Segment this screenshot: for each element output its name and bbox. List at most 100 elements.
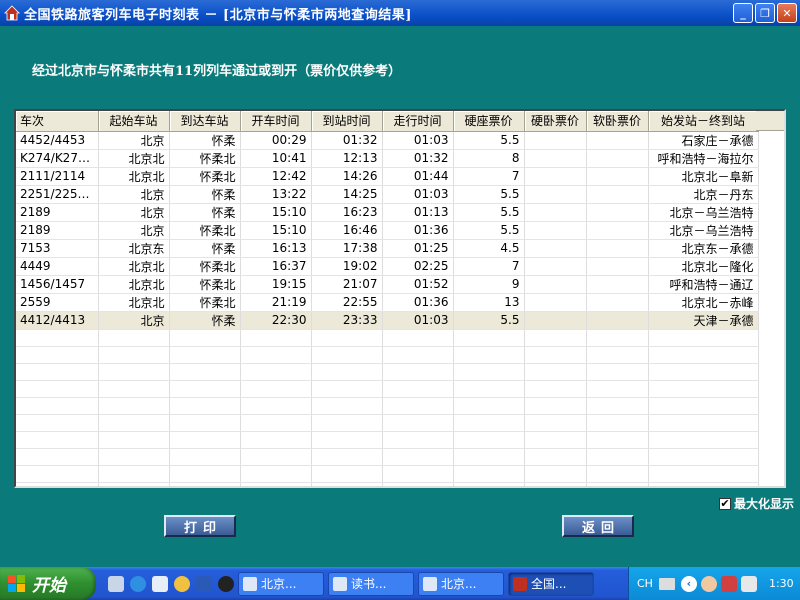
restore-button[interactable]: ❐ [755, 3, 775, 23]
tray-app-icon[interactable] [700, 575, 717, 592]
cell-hard-seat-price: 5.5 [453, 131, 525, 150]
col-header-hard-seat[interactable]: 硬座票价 [453, 111, 525, 132]
empty-cell [169, 397, 241, 415]
cell-hard-seat-price: 5.5 [453, 221, 525, 240]
empty-cell [98, 329, 170, 347]
cell-depart-time: 21:19 [240, 293, 312, 312]
empty-cell [240, 465, 312, 483]
task-button-3[interactable]: 北京... [418, 571, 504, 596]
show-hidden-icons-icon[interactable]: ‹ [680, 575, 697, 592]
cell-hard-seat-price: 7 [453, 167, 525, 186]
empty-cell [586, 465, 649, 483]
empty-cell [311, 448, 383, 466]
col-header-arrive[interactable]: 到站时间 [311, 111, 383, 132]
table-row[interactable]: 4412/4413 北京 怀柔 22:30 23:33 01:03 5.5 天津－承德 [16, 311, 759, 330]
empty-cell [382, 380, 454, 398]
col-header-soft-sleeper[interactable]: 软卧票价 [586, 111, 649, 132]
task-button-1[interactable]: 北京... [238, 571, 324, 596]
table-row[interactable]: 7153 北京东 怀柔 16:13 17:38 01:25 4.5 北京东－承德 [16, 239, 759, 258]
back-button[interactable]: 返回 [562, 515, 634, 537]
timetable-grid[interactable]: 车次 起始车站 到达车站 开车时间 到站时间 走行时间 硬座票价 硬卧票价 软卧… [14, 109, 786, 488]
cell-duration: 01:36 [382, 293, 454, 312]
cell-route: 北京东－承德 [648, 239, 759, 258]
empty-cell [16, 465, 99, 483]
word-icon[interactable] [196, 575, 212, 592]
tray-tool-icon[interactable] [740, 575, 757, 592]
empty-cell [648, 414, 759, 432]
tray-user-icon[interactable] [720, 575, 737, 592]
cell-hard-seat-price: 7 [453, 257, 525, 276]
col-header-duration[interactable]: 走行时间 [382, 111, 454, 132]
language-indicator[interactable]: CH [637, 577, 653, 590]
table-row[interactable]: 1456/1457 北京北 怀柔北 19:15 21:07 01:52 9 呼和浩特－通辽 [16, 275, 759, 294]
table-row[interactable]: 2189 北京 怀柔北 15:10 16:46 01:36 5.5 北京－乌兰浩特 [16, 221, 759, 240]
cell-duration: 01:25 [382, 239, 454, 258]
task-button-4[interactable]: 全国... [508, 571, 594, 596]
empty-row [16, 482, 759, 486]
empty-cell [240, 346, 312, 364]
title-bar[interactable]: 全国铁路旅客列车电子时刻表 － [北京市与怀柔市两地查询结果] _ ❐ ✕ [0, 0, 800, 26]
browser-icon[interactable] [174, 575, 190, 592]
max-display-checkbox[interactable]: ✔ 最大化显示 [718, 495, 794, 512]
cell-depart-time: 16:37 [240, 257, 312, 276]
table-row[interactable]: K274/K275... 北京北 怀柔北 10:41 12:13 01:32 8 呼和浩特－海… [16, 149, 759, 168]
cell-from-station: 北京东 [98, 239, 170, 258]
cell-hard-sleeper-price [524, 311, 587, 330]
empty-cell [240, 431, 312, 449]
empty-cell [16, 448, 99, 466]
cell-arrive-time: 21:07 [311, 275, 383, 294]
cell-route: 北京－丹东 [648, 185, 759, 204]
keyboard-icon[interactable] [658, 577, 675, 590]
table-row[interactable]: 2111/2114 北京北 怀柔北 12:42 14:26 01:44 7 北京北－阜新 [16, 167, 759, 186]
col-header-hard-sleeper[interactable]: 硬卧票价 [524, 111, 587, 132]
close-button[interactable]: ✕ [777, 3, 797, 23]
minimize-button[interactable]: _ [733, 3, 753, 23]
internet-explorer-icon[interactable] [130, 575, 146, 592]
cell-hard-sleeper-price [524, 257, 587, 276]
task-button-2[interactable]: 读书... [328, 571, 414, 596]
empty-cell [98, 414, 170, 432]
empty-cell [453, 414, 525, 432]
cell-to-station: 怀柔北 [169, 221, 241, 240]
timetable: 车次 起始车站 到达车站 开车时间 到站时间 走行时间 硬座票价 硬卧票价 软卧… [16, 111, 759, 486]
cell-route: 天津－承德 [648, 311, 759, 330]
cell-arrive-time: 01:32 [311, 131, 383, 150]
table-row[interactable]: 2251/2253/... 北京 怀柔 13:22 14:25 01:03 5.5 北京－丹东 [16, 185, 759, 204]
col-header-from[interactable]: 起始车站 [98, 111, 170, 132]
start-button[interactable]: 开始 [0, 567, 96, 600]
empty-cell [240, 363, 312, 381]
empty-cell [382, 465, 454, 483]
qq-penguin-icon[interactable] [218, 575, 234, 592]
checkbox-box[interactable]: ✔ [718, 497, 731, 510]
empty-row [16, 363, 759, 381]
cell-arrive-time: 23:33 [311, 311, 383, 330]
table-row[interactable]: 4452/4453 北京 怀柔 00:29 01:32 01:03 5.5 石家庄－承德 [16, 131, 759, 150]
clock[interactable]: 1:30 [769, 577, 794, 590]
empty-cell [98, 397, 170, 415]
result-summary: 经过北京市与怀柔市共有11列列车通过或到开（票价仅供参考） [32, 64, 402, 79]
empty-cell [240, 482, 312, 486]
col-header-depart[interactable]: 开车时间 [240, 111, 312, 132]
cell-route: 北京北－隆化 [648, 257, 759, 276]
empty-cell [382, 482, 454, 486]
col-header-train[interactable]: 车次 [16, 111, 99, 132]
empty-cell [648, 346, 759, 364]
print-button[interactable]: 打印 [164, 515, 236, 537]
table-row[interactable]: 4449 北京北 怀柔北 16:37 19:02 02:25 7 北京北－隆化 [16, 257, 759, 276]
windows-logo-icon [8, 574, 26, 593]
table-row[interactable]: 2189 北京 怀柔 15:10 16:23 01:13 5.5 北京－乌兰浩特 [16, 203, 759, 222]
cell-duration: 01:03 [382, 131, 454, 150]
window-icon [423, 576, 437, 591]
main-client-area: 经过北京市与怀柔市共有11列列车通过或到开（票价仅供参考） 车次 起始车站 到达… [0, 26, 800, 567]
col-header-to[interactable]: 到达车站 [169, 111, 241, 132]
empty-cell [382, 414, 454, 432]
start-label: 开始 [32, 576, 66, 596]
col-header-route[interactable]: 始发站－终到站 [648, 111, 759, 132]
table-row[interactable]: 2559 北京北 怀柔北 21:19 22:55 01:36 13 北京北－赤峰 [16, 293, 759, 312]
document-icon[interactable] [152, 575, 168, 592]
cell-from-station: 北京北 [98, 293, 170, 312]
empty-cell [16, 380, 99, 398]
quick-launch-app-icon[interactable] [108, 575, 124, 592]
cell-from-station: 北京 [98, 221, 170, 240]
cell-soft-sleeper-price [586, 149, 649, 168]
